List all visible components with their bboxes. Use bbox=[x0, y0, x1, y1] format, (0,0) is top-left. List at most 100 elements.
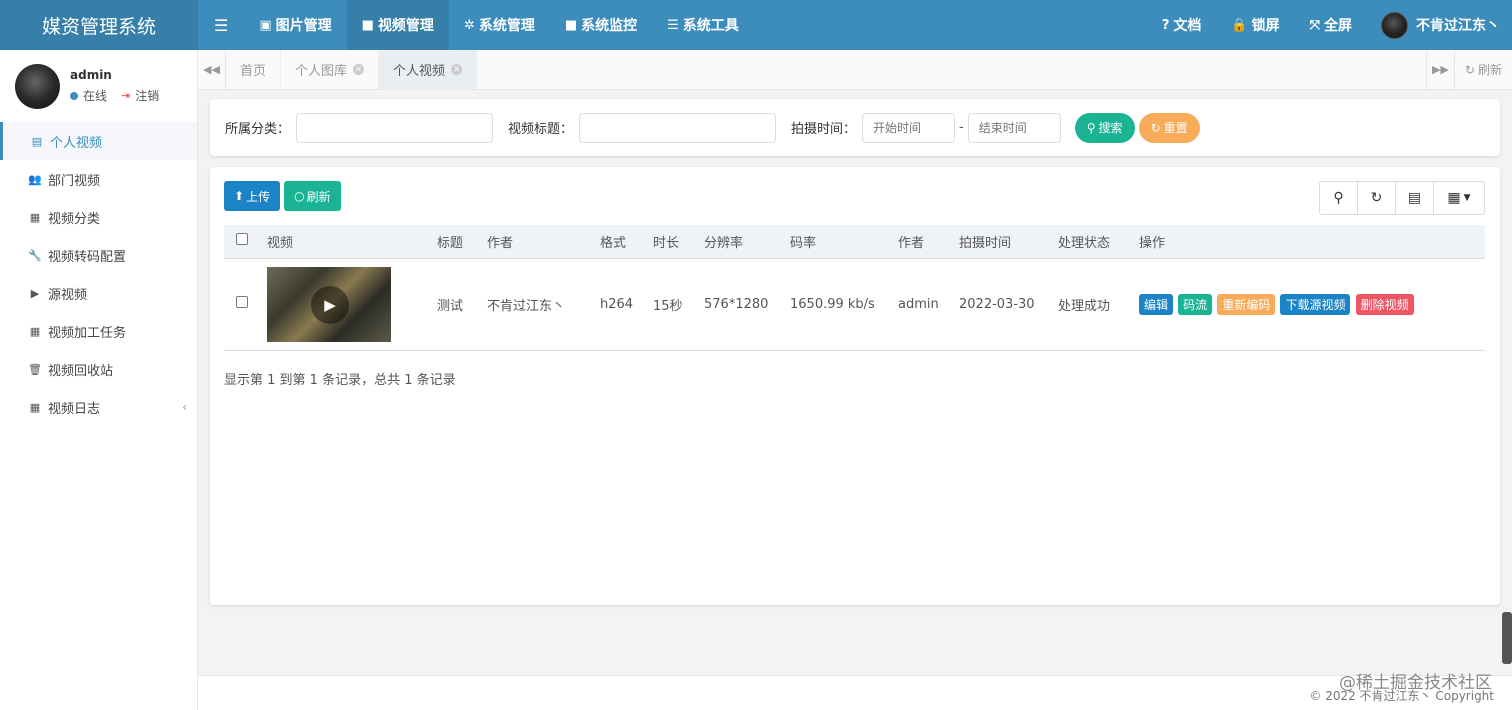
chevron-left-icon: ‹ bbox=[182, 400, 187, 414]
tab-label: 个人图库 bbox=[295, 64, 348, 79]
table-panel: ⬆ 上传 ○ 刷新 ⚲ ↻ ▤ ▦ ▼ 视频 标题 作者 格式 时长 分辨率 码率 作… bbox=[210, 167, 1500, 605]
col-video[interactable]: 视频 bbox=[259, 225, 429, 259]
table-toolbar: ⬆ 上传 ○ 刷新 bbox=[224, 181, 341, 211]
col-actions: 操作 bbox=[1131, 225, 1485, 259]
sidebar-item-transcode-config[interactable]: 🔧 视频转码配置 bbox=[0, 236, 197, 274]
sidebar-item-label: 视频回收站 bbox=[48, 363, 114, 379]
category-input[interactable] bbox=[296, 112, 494, 143]
tab-label: 个人视频 bbox=[393, 64, 446, 79]
sidebar-item-label: 视频分类 bbox=[48, 211, 101, 227]
status-cell: 处理成功 bbox=[1050, 258, 1131, 351]
upload-icon: ⬆ bbox=[234, 189, 245, 203]
col-resolution[interactable]: 分辨率 bbox=[696, 225, 782, 259]
start-time-input[interactable] bbox=[862, 112, 956, 143]
sidebar-item-recycle-bin[interactable]: 🗑 视频回收站 bbox=[0, 350, 197, 388]
title-cell: 测试 bbox=[429, 258, 479, 351]
download-source-button[interactable]: 下载源视频 bbox=[1280, 293, 1351, 315]
tab-label: 首页 bbox=[240, 64, 267, 79]
sidebar-item-label: 视频转码配置 bbox=[48, 249, 127, 265]
search-button[interactable]: ⚲ 搜索 bbox=[1074, 112, 1135, 143]
sidebar-item-video-log[interactable]: ▦ 视频日志 ‹ bbox=[0, 388, 197, 426]
monitor-icon: ■ bbox=[564, 17, 578, 33]
user-menu[interactable]: 不肯过江东丶 bbox=[1367, 0, 1512, 50]
sidebar-item-label: 部门视频 bbox=[48, 173, 101, 189]
sidebar-item-source-video[interactable]: ▶ 源视频 bbox=[0, 274, 197, 312]
col-shot-time[interactable]: 拍摄时间 bbox=[951, 225, 1050, 259]
table-row: ▶ 测试 不肯过江东丶 h264 15秒 576*1280 1650.99 kb… bbox=[224, 258, 1485, 351]
close-icon[interactable]: ✕ bbox=[451, 64, 463, 75]
nav-label: 系统管理 bbox=[478, 18, 535, 34]
nav-label: 文档 bbox=[1173, 18, 1202, 34]
sidebar-item-personal-video[interactable]: ▤ 个人视频 bbox=[0, 122, 197, 160]
nav-docs-button[interactable]: ? 文档 bbox=[1147, 0, 1217, 50]
play-icon[interactable]: ▶ bbox=[311, 285, 349, 324]
end-time-input[interactable] bbox=[967, 112, 1061, 143]
nav-item-video-manage[interactable]: ■ 视频管理 bbox=[346, 0, 449, 50]
reencode-button[interactable]: 重新编码 bbox=[1217, 293, 1276, 315]
avatar bbox=[1381, 11, 1408, 39]
row-checkbox[interactable] bbox=[236, 296, 248, 308]
col-title[interactable]: 标题 bbox=[429, 225, 479, 259]
user-name: 不肯过江东丶 bbox=[1416, 18, 1500, 34]
tab-refresh-button[interactable]: ↻ 刷新 bbox=[1453, 50, 1512, 89]
stream-button[interactable]: 码流 bbox=[1178, 293, 1213, 315]
col-duration[interactable]: 时长 bbox=[645, 225, 696, 259]
nav-label: 系统工具 bbox=[682, 18, 739, 34]
video-camera-icon: ■ bbox=[361, 17, 374, 33]
scrollbar-handle[interactable] bbox=[1502, 612, 1512, 664]
format-cell: h264 bbox=[592, 258, 645, 351]
author-cell: 不肯过江东丶 bbox=[479, 258, 592, 351]
sidebar-item-video-category[interactable]: ▦ 视频分类 bbox=[0, 198, 197, 236]
search-form: 所属分类： 视频标题： 拍摄时间： - ⚲搜索 ↻重置 bbox=[210, 99, 1500, 156]
close-icon[interactable]: ✕ bbox=[353, 64, 365, 75]
toggle-view-button[interactable]: ▤ bbox=[1395, 181, 1434, 215]
play-square-icon: ▶ bbox=[30, 286, 40, 300]
tab-personal-video[interactable]: 个人视频 ✕ bbox=[379, 50, 478, 89]
col-bitrate[interactable]: 码率 bbox=[782, 225, 890, 259]
tab-home[interactable]: 首页 bbox=[226, 50, 282, 89]
video-title-input[interactable] bbox=[579, 112, 777, 143]
users-icon: 👥 bbox=[28, 172, 42, 186]
tab-scroll-left-button[interactable]: ◀◀ bbox=[198, 50, 226, 89]
nav-fullscreen-button[interactable]: ⤧ 全屏 bbox=[1295, 0, 1367, 50]
tab-personal-gallery[interactable]: 个人图库 ✕ bbox=[281, 50, 380, 89]
nav-item-system-manage[interactable]: ✲ 系统管理 bbox=[449, 0, 550, 50]
nav-item-system-monitor[interactable]: ■ 系统监控 bbox=[550, 0, 652, 50]
col-creator[interactable]: 作者 bbox=[890, 225, 951, 259]
sidebar-toggle-button[interactable]: ☰ bbox=[198, 0, 244, 50]
table-tools: ⚲ ↻ ▤ ▦ ▼ bbox=[1319, 181, 1485, 215]
tab-scroll-right-button[interactable]: ▶▶ bbox=[1425, 50, 1454, 89]
calendar-icon: ▦ bbox=[29, 324, 41, 338]
sidebar-item-dept-video[interactable]: 👥 部门视频 bbox=[0, 160, 197, 198]
delete-video-button[interactable]: 删除视频 bbox=[1355, 293, 1414, 315]
col-status[interactable]: 处理状态 bbox=[1050, 225, 1131, 259]
bitrate-cell: 1650.99 kb/s bbox=[782, 258, 890, 351]
nav-item-system-tools[interactable]: ☰ 系统工具 bbox=[652, 0, 754, 50]
logout-link[interactable]: 注销 bbox=[135, 87, 159, 104]
search-icon: ⚲ bbox=[1086, 120, 1096, 135]
search-button-label: 搜索 bbox=[1098, 121, 1123, 135]
fullscreen-icon: ⤧ bbox=[1309, 17, 1320, 33]
nav-label: 视频管理 bbox=[377, 18, 434, 34]
refresh-button[interactable]: ○ 刷新 bbox=[284, 181, 341, 211]
columns-dropdown-button[interactable]: ▦ ▼ bbox=[1433, 181, 1485, 215]
col-author[interactable]: 作者 bbox=[479, 225, 592, 259]
reset-button[interactable]: ↻ 重置 bbox=[1138, 112, 1200, 143]
status-text: 在线 bbox=[83, 89, 108, 103]
nav-lock-button[interactable]: 🔒 锁屏 bbox=[1216, 0, 1294, 50]
user-panel: admin 在线 ⇥ 注销 bbox=[0, 50, 197, 122]
top-nav: ☰ ▣ 图片管理 ■ 视频管理 ✲ 系统管理 ■ 系统监控 ☰ 系统工具 bbox=[198, 0, 754, 50]
upload-button[interactable]: ⬆ 上传 bbox=[224, 181, 281, 211]
select-all-checkbox[interactable] bbox=[236, 233, 248, 246]
col-format[interactable]: 格式 bbox=[592, 225, 645, 259]
table-header-row: 视频 标题 作者 格式 时长 分辨率 码率 作者 拍摄时间 处理状态 操作 bbox=[224, 225, 1485, 259]
nav-item-image-manage[interactable]: ▣ 图片管理 bbox=[244, 0, 346, 50]
refresh-table-button[interactable]: ↻ bbox=[1357, 181, 1396, 215]
video-thumbnail[interactable]: ▶ bbox=[267, 266, 391, 342]
nav-label: 全屏 bbox=[1324, 18, 1352, 34]
edit-button[interactable]: 编辑 bbox=[1139, 293, 1174, 315]
forward-icon: ▶▶ bbox=[1431, 63, 1449, 76]
app-logo[interactable]: 媒资管理系统 bbox=[0, 0, 198, 50]
toggle-search-button[interactable]: ⚲ bbox=[1319, 181, 1358, 215]
sidebar-item-processing-task[interactable]: ▦ 视频加工任务 bbox=[0, 312, 197, 350]
